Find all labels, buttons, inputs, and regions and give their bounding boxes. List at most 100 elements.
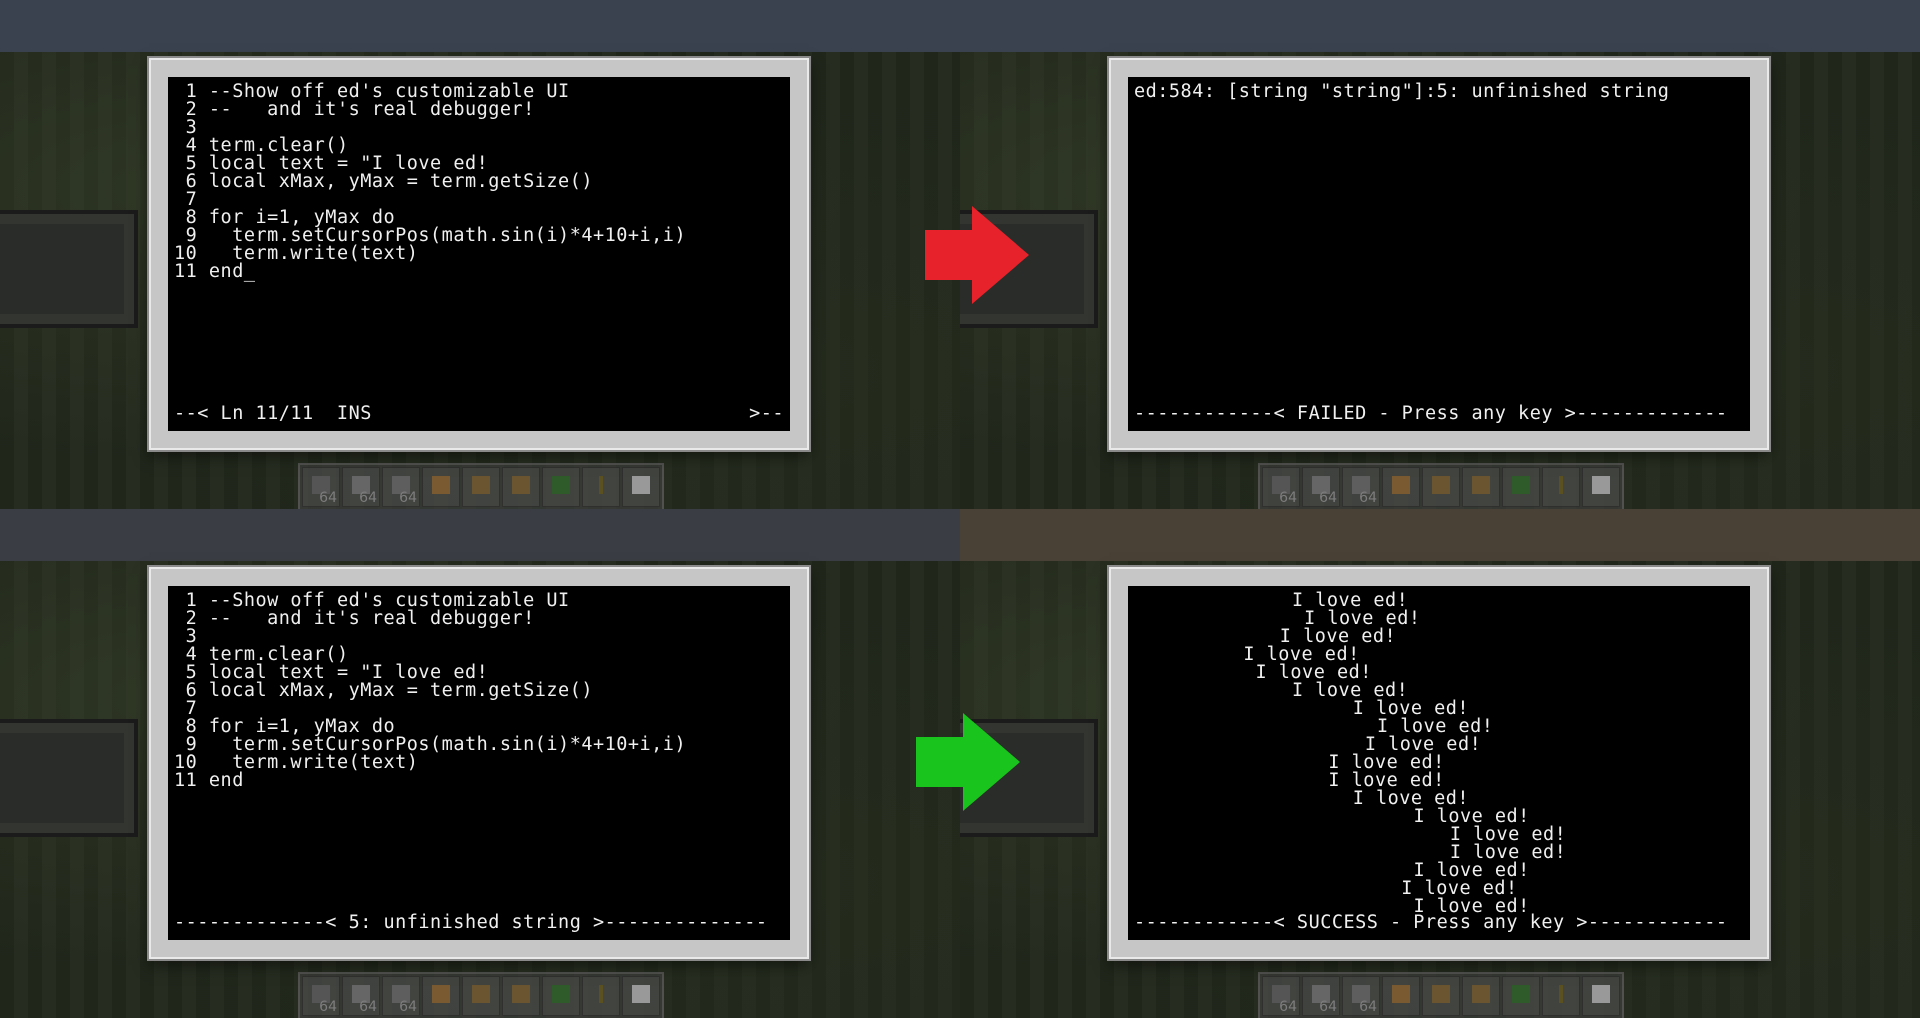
hotbar-slot[interactable]: 64: [382, 976, 420, 1016]
error-message: ed:584: [string "string"]:5: unfinished …: [1134, 81, 1670, 102]
computer-block: [0, 210, 138, 328]
hotbar-slot[interactable]: [462, 467, 500, 507]
hotbar-slot[interactable]: 64: [1342, 976, 1380, 1016]
hotbar-slot[interactable]: 64: [1262, 467, 1300, 507]
hotbar-slot[interactable]: [1582, 976, 1620, 1016]
output-line: I love ed!: [1352, 788, 1470, 809]
line-number: 11: [174, 261, 209, 282]
panel-debugger: 64 64 64 -------------< 5: unfinished st…: [0, 509, 960, 1018]
hotbar: 64 64 64: [1258, 463, 1624, 509]
hotbar-slot[interactable]: 64: [342, 976, 380, 1016]
hotbar-slot[interactable]: [542, 976, 580, 1016]
hotbar-slot[interactable]: [1542, 976, 1580, 1016]
output-line: I love ed!: [1401, 878, 1518, 899]
hotbar-slot[interactable]: [502, 976, 540, 1016]
hotbar-slot[interactable]: [1422, 467, 1460, 507]
hotbar-slot[interactable]: [422, 467, 460, 507]
sky: [0, 509, 960, 561]
hotbar-slot[interactable]: 64: [302, 976, 340, 1016]
code-text: end: [208, 770, 244, 791]
status-end: >--: [749, 403, 784, 424]
monitor-frame: ed:584: [string "string"]:5: unfinished …: [1109, 58, 1769, 450]
output-line: I love ed!: [1291, 590, 1409, 611]
hotbar-slot[interactable]: [622, 467, 660, 507]
hotbar-slot[interactable]: [1462, 976, 1500, 1016]
code-text: end_: [208, 261, 256, 282]
sky: [960, 509, 1920, 561]
output-line: I love ed!: [1304, 608, 1421, 629]
output-line: I love ed!: [1328, 770, 1445, 791]
output-line: I love ed!: [1291, 680, 1409, 701]
output-line: I love ed!: [1413, 860, 1530, 881]
output-line: I love ed!: [1279, 626, 1397, 647]
hotbar-slot[interactable]: 64: [342, 467, 380, 507]
debugger-status-bar: -------------< 5: unfinished string >---…: [174, 912, 768, 933]
status-position: --< Ln 11/11 INS: [174, 403, 372, 424]
code-line[interactable]: 6 local xMax, yMax = term.getSize(): [174, 171, 593, 192]
editor-status-bar: --< Ln 11/11 INS >--: [174, 403, 784, 425]
failed-status-bar: ------------< FAILED - Press any key >--…: [1134, 403, 1728, 424]
debugger-screen[interactable]: -------------< 5: unfinished string >---…: [168, 586, 790, 940]
arrow-right-red-icon: [925, 206, 1029, 304]
hotbar-slot[interactable]: 64: [1262, 976, 1300, 1016]
output-line: I love ed!: [1449, 842, 1567, 863]
line-number: 11: [174, 770, 209, 791]
computer-block: [0, 719, 138, 837]
hotbar: 64 64 64: [1258, 972, 1624, 1018]
output-line: I love ed!: [1364, 734, 1482, 755]
hotbar-slot[interactable]: [582, 976, 620, 1016]
output-line: I love ed!: [1352, 698, 1470, 719]
output-line: I love ed!: [1449, 824, 1567, 845]
code-text: -- and it's real debugger!: [208, 608, 535, 629]
hotbar-slot[interactable]: [1382, 976, 1420, 1016]
hotbar-slot[interactable]: [422, 976, 460, 1016]
sky: [0, 0, 960, 52]
hotbar-slot[interactable]: [462, 976, 500, 1016]
line-number: 1: [174, 81, 209, 102]
code-text: -- and it's real debugger!: [208, 99, 535, 120]
output-line: I love ed!: [1255, 662, 1372, 683]
output-line: I love ed!: [1377, 716, 1494, 737]
monitor-frame: 2 -- and it's real debugger! 3 4 term.cl…: [149, 58, 809, 450]
hotbar-slot[interactable]: [542, 467, 580, 507]
editor-screen[interactable]: 2 -- and it's real debugger! 3 4 term.cl…: [168, 77, 790, 431]
failed-screen[interactable]: ed:584: [string "string"]:5: unfinished …: [1128, 77, 1750, 431]
hotbar-slot[interactable]: [1502, 467, 1540, 507]
code-text: local xMax, yMax = term.getSize(): [208, 171, 593, 192]
monitor-frame: -------------< 5: unfinished string >---…: [149, 567, 809, 959]
code-line[interactable]: 2 -- and it's real debugger!: [174, 99, 535, 120]
hotbar: 64 64 64: [298, 463, 664, 509]
hotbar-slot[interactable]: [1542, 467, 1580, 507]
success-screen[interactable]: I love ed! I love ed! I love ed! I love ed!…: [1128, 586, 1750, 940]
monitor-frame: I love ed! I love ed! I love ed! I love ed!…: [1109, 567, 1769, 959]
hotbar-slot[interactable]: 64: [1302, 467, 1340, 507]
hotbar-slot[interactable]: [582, 467, 620, 507]
hotbar-slot[interactable]: [622, 976, 660, 1016]
sky: [960, 0, 1920, 52]
code-line[interactable]: 1 --Show off ed's customizable UI: [174, 81, 570, 102]
code-text: local xMax, yMax = term.getSize(): [208, 680, 593, 701]
hotbar-slot[interactable]: [1502, 976, 1540, 1016]
hotbar-slot[interactable]: [1382, 467, 1420, 507]
hotbar-slot[interactable]: [1582, 467, 1620, 507]
hotbar-slot[interactable]: [1462, 467, 1500, 507]
panel-success: 64 64 64 I love ed! I love ed! I love ed! I…: [960, 509, 1920, 1018]
code-line[interactable]: 11 end_: [174, 261, 256, 282]
panel-failed: 64 64 64 ed:584: [string "string"]:5: un…: [960, 0, 1920, 509]
hotbar-slot[interactable]: 64: [382, 467, 420, 507]
output-line: I love ed!: [1413, 806, 1530, 827]
panel-editor: 64 64 64 2 -- and it's real debugger! 3 …: [0, 0, 960, 509]
hotbar-slot[interactable]: [502, 467, 540, 507]
hotbar-slot[interactable]: 64: [1302, 976, 1340, 1016]
hotbar-slot[interactable]: 64: [1342, 467, 1380, 507]
code-line[interactable]: 6 local xMax, yMax = term.getSize(): [174, 680, 593, 701]
arrow-right-green-icon: [916, 713, 1020, 811]
hotbar-slot[interactable]: 64: [302, 467, 340, 507]
success-status-bar: ------------< SUCCESS - Press any key >-…: [1134, 912, 1728, 933]
hotbar-slot[interactable]: [1422, 976, 1460, 1016]
output-line: I love ed!: [1243, 644, 1360, 665]
code-line[interactable]: 2 -- and it's real debugger!: [174, 608, 535, 629]
code-line[interactable]: 11 end: [174, 770, 244, 791]
hotbar: 64 64 64: [298, 972, 664, 1018]
code-text: --Show off ed's customizable UI: [208, 81, 570, 102]
